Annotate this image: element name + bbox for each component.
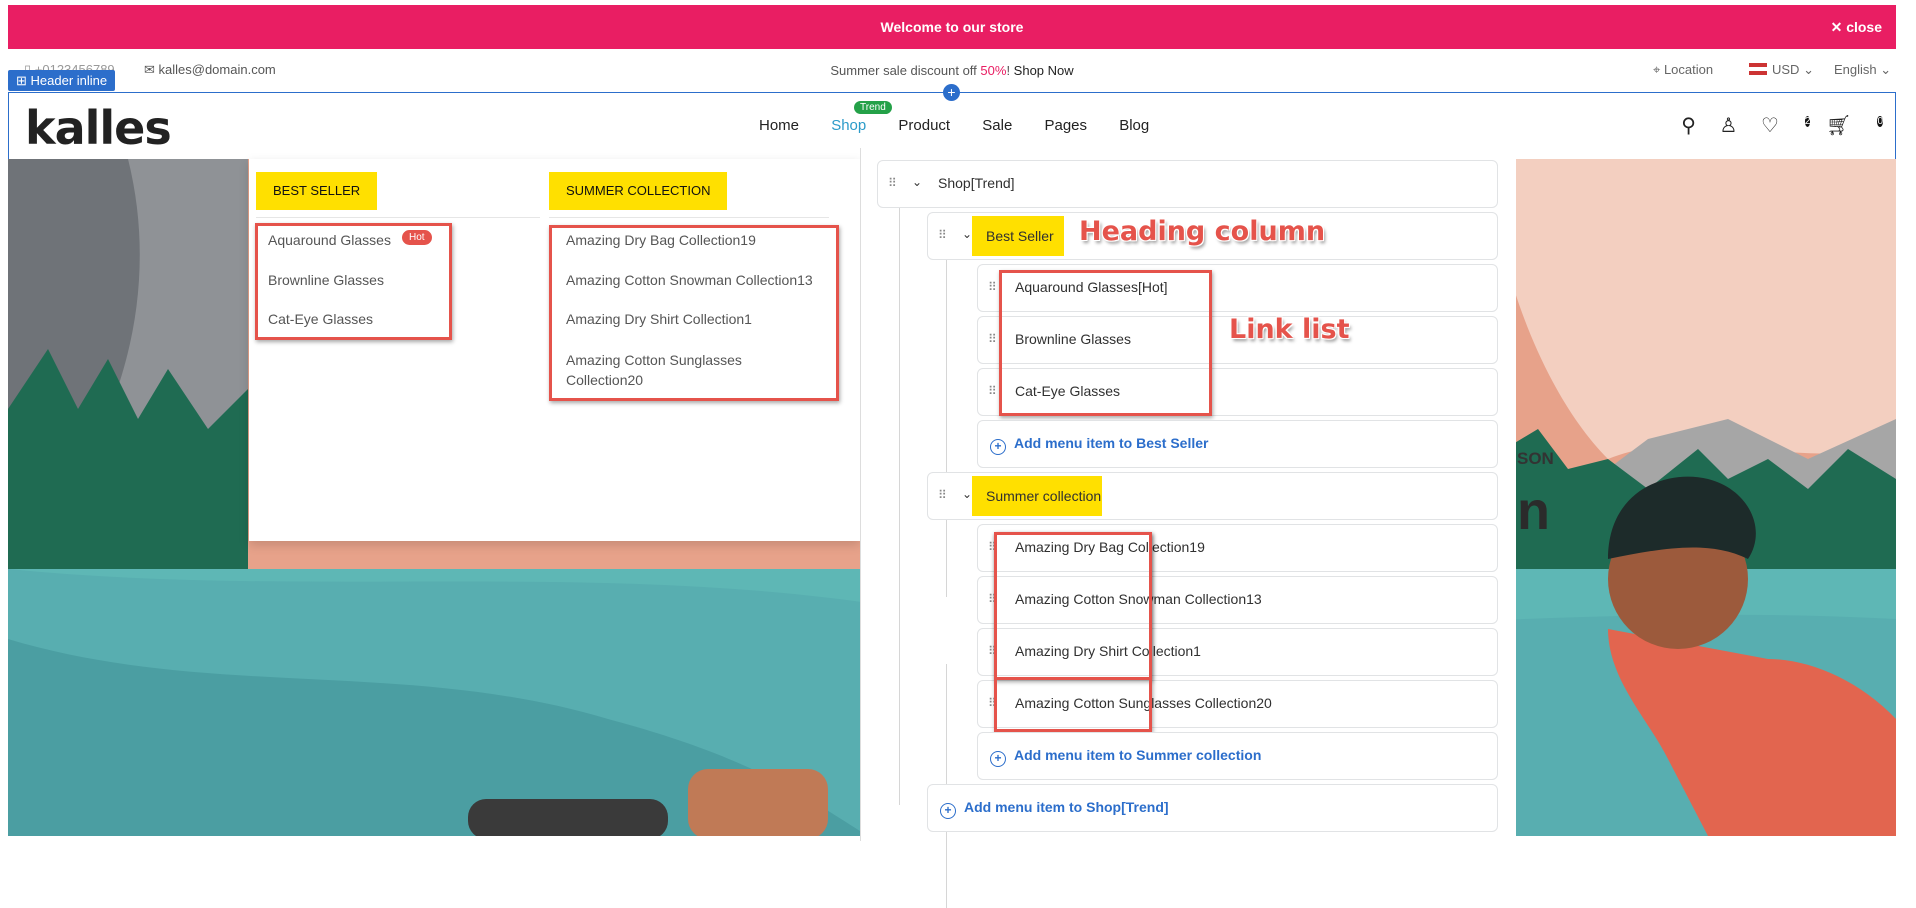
add-label: Add menu item to Best Seller — [1014, 435, 1209, 451]
location-label: Location — [1663, 62, 1714, 77]
nav-product[interactable]: Product — [898, 117, 950, 134]
add-menu-item-root[interactable]: + Add menu item to Shop[Trend] — [927, 784, 1498, 832]
menu-link[interactable]: Cat-Eye Glasses — [268, 311, 373, 327]
add-section-button[interactable]: + — [943, 84, 960, 101]
best-seller-heading[interactable]: BEST SELLER — [256, 172, 378, 210]
header-tag-label: Header inline — [30, 73, 108, 88]
add-menu-item-best-seller[interactable]: + Add menu item to Best Seller — [977, 420, 1498, 468]
location-icon: ⌖ — [1653, 62, 1664, 77]
nav-sale[interactable]: Sale — [982, 117, 1012, 134]
chevron-down-icon[interactable]: ⌄ — [912, 175, 922, 189]
announcement-bar: Welcome to our store ✕ close — [8, 5, 1896, 49]
group-label: Summer collection — [986, 488, 1102, 504]
hero-text-line1: SON — [1517, 449, 1554, 468]
logo[interactable]: kalles — [25, 101, 172, 155]
language-selector[interactable]: English ⌄ — [1834, 62, 1891, 78]
currency-label: USD — [1772, 62, 1800, 77]
nav-home[interactable]: Home — [759, 117, 799, 134]
tree-line — [946, 251, 947, 597]
hot-badge: Hot — [402, 230, 432, 245]
divider — [256, 217, 540, 218]
callout-link-list: Link list — [1229, 314, 1350, 345]
announcement-close-button[interactable]: ✕ close — [1831, 19, 1882, 36]
user-icon[interactable]: ♙ — [1719, 115, 1737, 137]
highlight-box — [999, 270, 1212, 416]
header-icons: ⚲ ♙ ♡ 2 🛒︎ 0 — [1663, 113, 1883, 138]
header-section-tag[interactable]: ⊞ Header inline — [8, 70, 116, 91]
nav-blog[interactable]: Blog — [1119, 117, 1149, 134]
chevron-down-icon: ⌄ — [1876, 62, 1892, 77]
add-label: Add menu item to Summer collection — [1014, 747, 1262, 763]
search-icon[interactable]: ⚲ — [1681, 115, 1696, 137]
hero-text-line2: n — [1517, 481, 1550, 541]
tree-line — [899, 200, 900, 805]
menu-link[interactable]: Aquaround Glasses — [268, 232, 391, 248]
menu-link[interactable]: Amazing Cotton Snowman Collection13 — [566, 272, 813, 288]
sale-prefix: Summer sale discount off — [830, 63, 981, 78]
currency-selector[interactable]: USD ⌄ — [1749, 62, 1814, 78]
main-nav: Home Shop Product Sale Pages Blog — [759, 117, 1177, 134]
chevron-down-icon: ⌄ — [1799, 62, 1814, 77]
shop-now-link[interactable]: Shop Now — [1014, 63, 1074, 78]
sale-banner: Summer sale discount off 50%! Shop Now — [8, 63, 1896, 78]
drag-handle-icon[interactable]: ⠿ — [938, 488, 947, 502]
highlight-box-outer — [994, 532, 1152, 732]
sale-suffix: ! — [1006, 63, 1014, 78]
drag-handle-icon[interactable]: ⠿ — [938, 228, 947, 242]
callout-heading-column: Heading column — [1079, 216, 1326, 247]
location-link[interactable]: ⌖ Location — [1653, 62, 1713, 78]
add-circle-icon: + — [990, 439, 1006, 455]
drag-handle-icon[interactable]: ⠿ — [988, 332, 997, 346]
menu-item-root[interactable]: ⠿ ⌄ Shop[Trend] — [877, 160, 1498, 208]
menu-item-label: Shop[Trend] — [938, 175, 1015, 191]
add-label: Add menu item to Shop[Trend] — [964, 799, 1169, 815]
menu-link[interactable]: Amazing Dry Bag Collection19 — [566, 232, 756, 248]
heart-icon[interactable]: ♡ 2 — [1761, 115, 1811, 137]
nav-pages[interactable]: Pages — [1044, 117, 1087, 134]
menu-link[interactable]: Brownline Glasses — [268, 272, 384, 288]
cart-count: 0 — [1877, 116, 1883, 127]
drag-handle-icon[interactable]: ⠿ — [888, 176, 897, 190]
close-icon: ✕ — [1830, 19, 1847, 35]
menu-editor-panel: ⠿ ⌄ Shop[Trend] ⠿ ⌄ Best Seller Heading … — [860, 148, 1516, 908]
trend-badge: Trend — [854, 101, 892, 114]
add-circle-icon: + — [940, 803, 956, 819]
nav-shop[interactable]: Shop — [831, 117, 866, 134]
flag-icon — [1749, 63, 1767, 75]
drag-handle-icon[interactable]: ⠿ — [988, 384, 997, 398]
menu-link[interactable]: Amazing Dry Shirt Collection1 — [566, 311, 752, 327]
add-circle-icon: + — [990, 751, 1006, 767]
language-label: English — [1834, 62, 1877, 77]
grid-icon: ⊞ — [16, 73, 31, 88]
drag-handle-icon[interactable]: ⠿ — [988, 280, 997, 294]
close-label: close — [1846, 19, 1882, 35]
summer-collection-heading[interactable]: SUMMER COLLECTION — [549, 172, 728, 210]
sale-percent: 50% — [980, 63, 1007, 78]
group-label: Best Seller — [986, 228, 1054, 244]
add-menu-item-summer-collection[interactable]: + Add menu item to Summer collection — [977, 732, 1498, 780]
divider — [549, 217, 829, 218]
wishlist-count: 2 — [1804, 116, 1811, 127]
cart-icon[interactable]: 🛒︎ 0 — [1826, 115, 1883, 137]
shop-mega-menu: BEST SELLER SUMMER COLLECTION Aquaround … — [249, 159, 860, 541]
chevron-down-icon[interactable]: ⌄ — [962, 227, 972, 241]
menu-link[interactable]: Amazing Cotton Sunglasses Collection20 — [566, 350, 796, 390]
chevron-down-icon[interactable]: ⌄ — [962, 487, 972, 501]
announcement-message: Welcome to our store — [880, 19, 1024, 35]
